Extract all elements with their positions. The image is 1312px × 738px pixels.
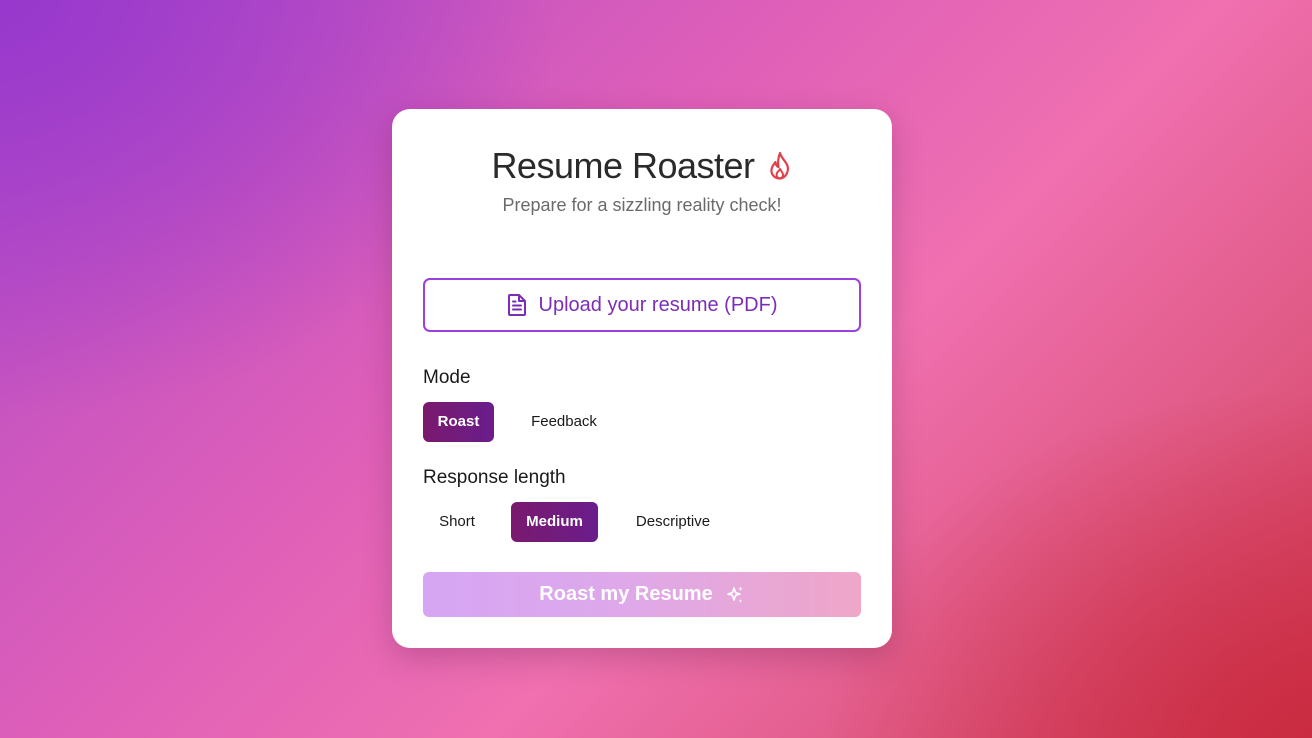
roaster-card: Resume Roaster Prepare for a sizzling re… (392, 109, 892, 648)
upload-label: Upload your resume (PDF) (538, 293, 778, 316)
mode-label: Mode (423, 367, 471, 388)
response-length-label: Response length (423, 467, 566, 488)
length-option-short[interactable]: Short (423, 502, 491, 542)
page-title: Resume Roaster (491, 145, 755, 186)
page-subtitle: Prepare for a sizzling reality check! (502, 195, 782, 215)
mode-option-feedback[interactable]: Feedback (514, 402, 614, 442)
submit-label: Roast my Resume (539, 583, 713, 605)
header: Resume Roaster (392, 145, 892, 187)
length-option-descriptive[interactable]: Descriptive (618, 502, 728, 542)
mode-option-roast[interactable]: Roast (423, 402, 494, 442)
length-option-medium[interactable]: Medium (511, 502, 598, 542)
flame-icon (767, 151, 793, 181)
roast-resume-button[interactable]: Roast my Resume (423, 572, 861, 617)
upload-resume-button[interactable]: Upload your resume (PDF) (423, 278, 861, 332)
sparkles-icon (725, 585, 745, 605)
document-icon (507, 293, 527, 317)
